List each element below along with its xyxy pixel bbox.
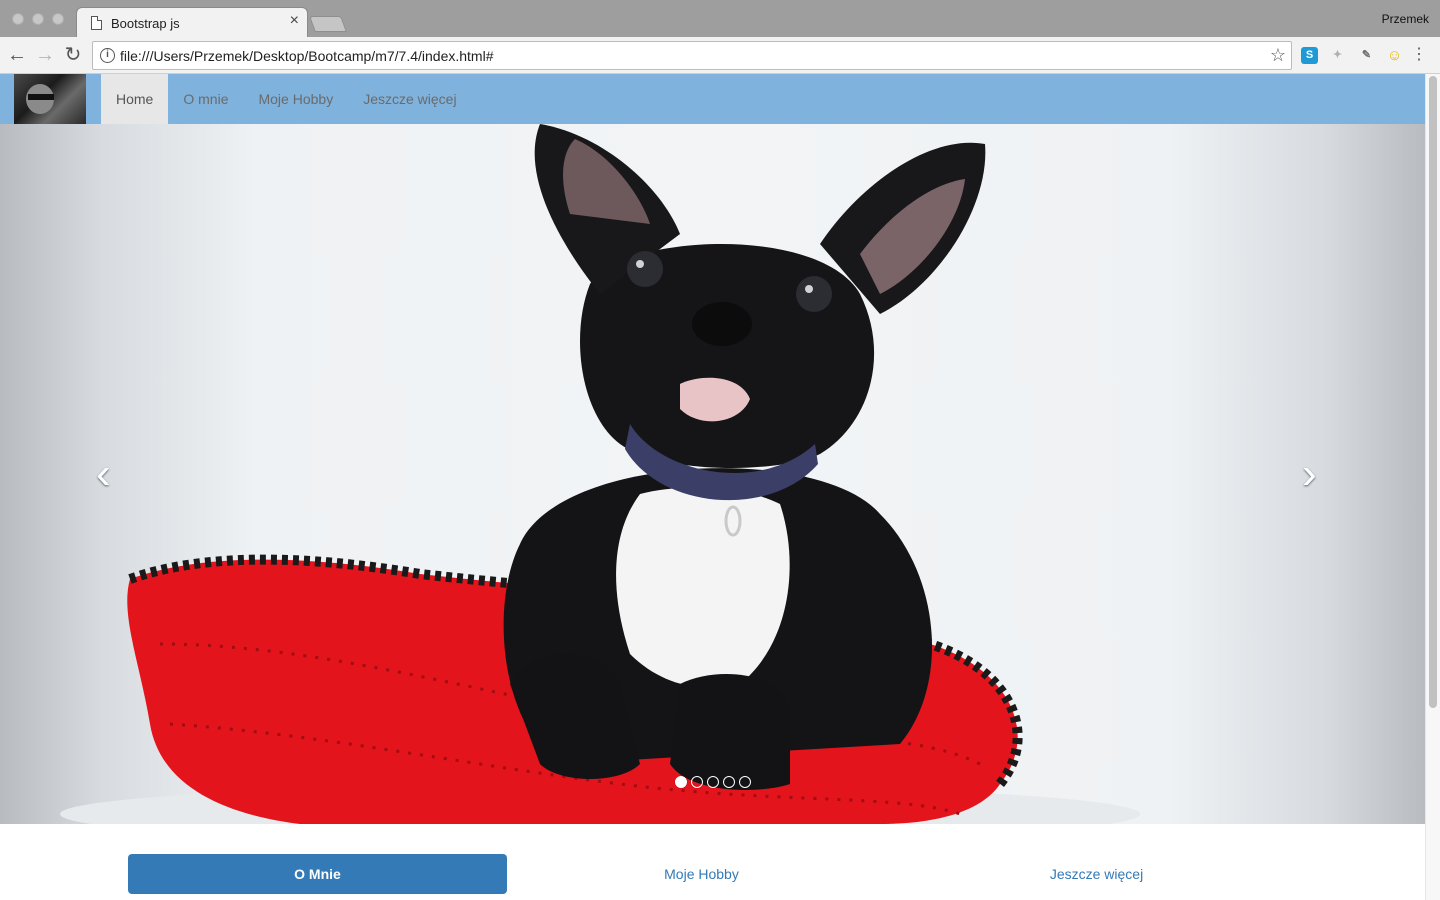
carousel-indicator[interactable] (739, 776, 751, 788)
nav-link-jeszcze-wiecej[interactable]: Jeszcze więcej (348, 74, 471, 124)
forward-button[interactable]: → (33, 43, 57, 67)
carousel-next-button[interactable]: › (1302, 452, 1317, 496)
carousel-indicator[interactable] (691, 776, 703, 788)
scrollbar-thumb[interactable] (1429, 76, 1437, 708)
nav-pills: O Mnie Moje Hobby Jeszcze więcej (0, 824, 1425, 900)
dog-photo (60, 124, 1140, 824)
dog-right-leg (670, 674, 790, 790)
browser-menu-icon[interactable]: ⋮ (1411, 46, 1427, 64)
close-window-button[interactable] (12, 13, 24, 25)
carousel-prev-button[interactable]: ‹ (96, 452, 111, 496)
navbar: Home O mnie Moje Hobby Jeszcze więcej (0, 74, 1425, 124)
minimize-window-button[interactable] (32, 13, 44, 25)
info-icon[interactable]: i (100, 48, 115, 63)
profile-name[interactable]: Przemek (1382, 12, 1429, 26)
pill-jeszcze-wiecej[interactable]: Jeszcze więcej (907, 854, 1286, 894)
tab-title: Bootstrap js (111, 16, 180, 31)
new-tab-button[interactable] (309, 16, 347, 32)
browser-titlebar: Bootstrap js × Przemek (0, 0, 1440, 37)
close-tab-icon[interactable]: × (290, 13, 299, 29)
url-text[interactable]: file:///Users/Przemek/Desktop/Bootcamp/m… (120, 48, 493, 64)
dog-chest (616, 487, 790, 688)
dog-right-eye (796, 276, 832, 312)
pill-moje-hobby[interactable]: Moje Hobby (512, 854, 891, 894)
carousel-indicator[interactable] (707, 776, 719, 788)
tool-icon[interactable]: ✎ (1358, 47, 1375, 64)
dog-nose (692, 302, 752, 346)
reload-button[interactable]: ↻ (61, 43, 85, 67)
dog-left-eye (627, 251, 663, 287)
puzzle-icon[interactable]: ✦ (1329, 47, 1346, 64)
bookmark-star-icon[interactable]: ☆ (1270, 45, 1286, 66)
page-scrollbar[interactable] (1425, 74, 1440, 900)
image-carousel: ‹ › (0, 124, 1425, 824)
dog-left-eye-highlight (636, 260, 644, 268)
pill-o-mnie[interactable]: O Mnie (128, 854, 507, 894)
carousel-indicator[interactable] (723, 776, 735, 788)
nav-link-home[interactable]: Home (101, 74, 169, 124)
page-viewport: Home O mnie Moje Hobby Jeszcze więcej ‹ … (0, 74, 1440, 900)
smiley-icon[interactable]: ☺ (1386, 47, 1403, 64)
brand-logo[interactable] (14, 74, 86, 124)
skype-icon[interactable]: S (1301, 47, 1318, 64)
carousel-indicator[interactable] (675, 776, 687, 788)
document-icon (91, 16, 102, 30)
nav-links: Home O mnie Moje Hobby Jeszcze więcej (101, 74, 472, 124)
back-button[interactable]: ← (5, 43, 29, 67)
dog-head (580, 244, 875, 468)
browser-toolbar: ← → ↻ i file:///Users/Przemek/Desktop/Bo… (0, 37, 1440, 74)
browser-tab[interactable]: Bootstrap js × (76, 7, 308, 37)
address-bar[interactable]: i file:///Users/Przemek/Desktop/Bootcamp… (92, 41, 1292, 70)
carousel-indicators (675, 776, 751, 788)
dog-right-eye-highlight (805, 285, 813, 293)
nav-link-o-mnie[interactable]: O mnie (168, 74, 243, 124)
zoom-window-button[interactable] (52, 13, 64, 25)
nav-link-moje-hobby[interactable]: Moje Hobby (243, 74, 348, 124)
sunglasses-shape (28, 94, 54, 100)
